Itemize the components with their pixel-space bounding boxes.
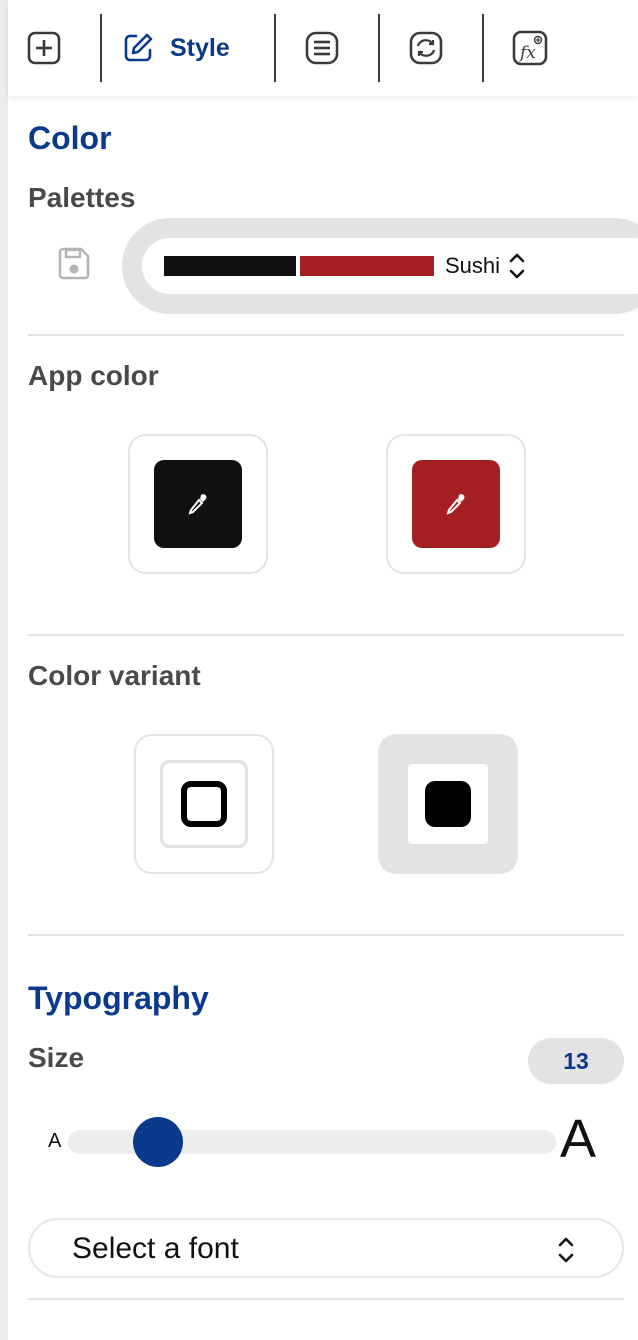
- variant-outline-option[interactable]: [134, 734, 274, 874]
- palette-swatch-dark: [164, 256, 296, 276]
- chevron-updown-icon: [508, 250, 526, 287]
- divider: [28, 1298, 624, 1300]
- eyedropper-icon: [188, 494, 207, 515]
- app-color-secondary[interactable]: [386, 434, 526, 574]
- toolbar: Style fx: [8, 0, 638, 96]
- typography-title: Typography: [28, 980, 209, 1016]
- refresh-icon: [409, 31, 443, 65]
- color-variant-label: Color variant: [28, 660, 201, 691]
- slider-max-label: A: [560, 1109, 597, 1169]
- style-panel: Style fx Color Palettes Sushi App color …: [0, 0, 638, 1340]
- palette-name: Sushi: [445, 253, 501, 278]
- slider-min-label: A: [48, 1130, 62, 1152]
- variant-filled-option[interactable]: [378, 734, 518, 874]
- toolbar-separator: [482, 14, 484, 82]
- left-edge: [0, 0, 8, 1340]
- app-color-primary[interactable]: [128, 434, 268, 574]
- size-label: Size: [28, 1042, 85, 1073]
- font-select-placeholder: Select a font: [72, 1232, 239, 1265]
- outline-square-icon: [181, 781, 227, 827]
- save-palette-button[interactable]: [56, 246, 92, 282]
- refresh-button[interactable]: [406, 0, 446, 96]
- variant-outline-frame: [160, 760, 248, 848]
- style-tab-label: Style: [170, 33, 230, 62]
- divider: [28, 334, 624, 336]
- add-button[interactable]: [22, 0, 66, 96]
- edit-icon: [124, 33, 153, 62]
- app-color-label: App color: [28, 360, 159, 391]
- variant-filled-frame: [408, 764, 488, 844]
- filled-square-icon: [425, 781, 471, 827]
- palette-swatch-red: [300, 256, 434, 276]
- function-button[interactable]: fx: [510, 0, 550, 96]
- app-color-secondary-swatch: [412, 460, 500, 548]
- app-color-primary-swatch: [154, 460, 242, 548]
- save-icon: [58, 247, 90, 280]
- toolbar-separator: [274, 14, 276, 82]
- function-icon: fx: [512, 30, 548, 66]
- divider: [28, 634, 624, 636]
- size-value-badge: 13: [528, 1038, 624, 1084]
- font-select[interactable]: Select a font: [28, 1218, 624, 1278]
- color-title: Color: [28, 120, 112, 156]
- eyedropper-icon: [446, 494, 465, 515]
- font-size-slider-thumb[interactable]: [133, 1117, 183, 1167]
- style-tab[interactable]: Style: [122, 0, 262, 96]
- toolbar-separator: [100, 14, 102, 82]
- toolbar-separator: [378, 14, 380, 82]
- list-button[interactable]: [302, 0, 342, 96]
- list-icon: [305, 31, 339, 65]
- svg-text:fx: fx: [518, 43, 536, 63]
- divider: [28, 934, 624, 936]
- palettes-label: Palettes: [28, 182, 136, 213]
- add-icon: [27, 31, 61, 65]
- chevron-updown-icon: [556, 1234, 576, 1271]
